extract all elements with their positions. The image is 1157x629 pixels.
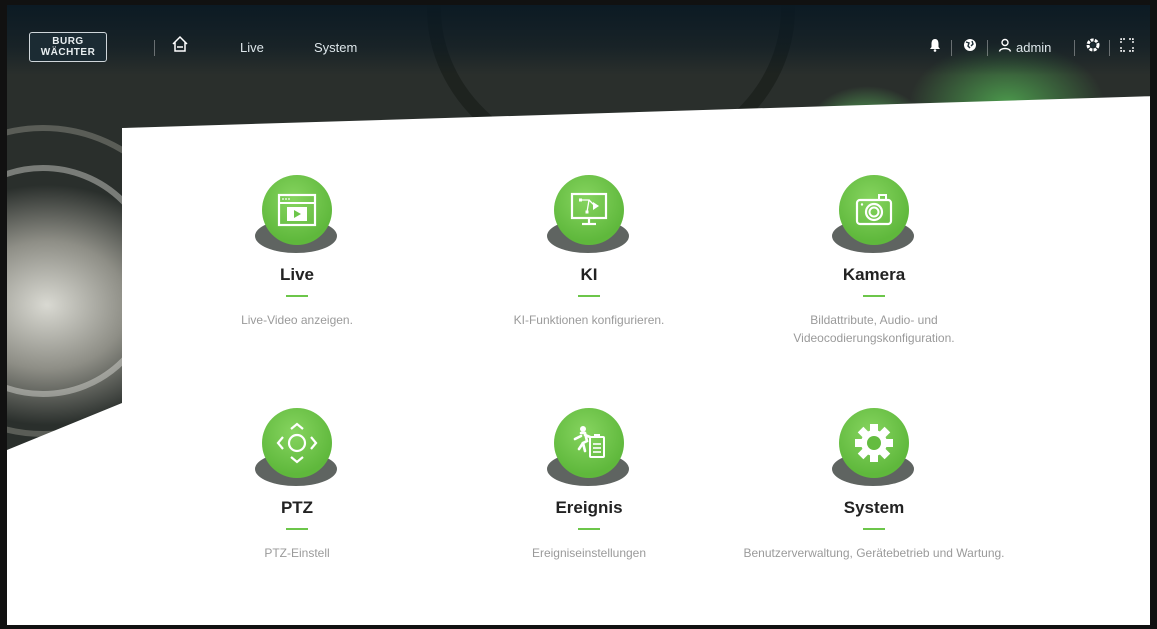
divider: [1074, 40, 1075, 56]
tile-title: Live: [279, 265, 315, 284]
tile-ki[interactable]: KI KI-Funktionen konfigurieren.: [434, 175, 744, 329]
tile-description: KI-Funktionen konfigurieren.: [513, 313, 665, 327]
divider: [951, 40, 952, 56]
user-name[interactable]: admin: [1016, 40, 1051, 55]
title-underline: [578, 528, 600, 530]
user-icon[interactable]: [998, 38, 1012, 52]
tile-description: Bildattribute, Audio- und Videocodierung…: [793, 313, 955, 345]
tile-ereignis[interactable]: Ereignis Ereigniseinstellungen: [434, 408, 744, 562]
divider: [154, 40, 155, 56]
fullscreen-icon[interactable]: [1120, 38, 1134, 52]
tile-system[interactable]: System Benutzerverwaltung, Gerätebetrieb…: [719, 408, 1029, 562]
bell-icon[interactable]: [929, 38, 941, 52]
ptz-icon: [262, 408, 332, 478]
tile-description: Live-Video anzeigen.: [241, 313, 353, 327]
title-underline: [286, 295, 308, 297]
divider: [987, 40, 988, 56]
nav-live[interactable]: Live: [240, 40, 264, 55]
camera-icon: [839, 175, 909, 245]
ai-monitor-icon: [554, 175, 624, 245]
tile-description: PTZ-Einstell: [264, 546, 330, 560]
settings-icon[interactable]: [1086, 38, 1100, 52]
divider: [1109, 40, 1110, 56]
gear-icon: [839, 408, 909, 478]
tile-ptz[interactable]: PTZ PTZ-Einstell: [142, 408, 452, 562]
home-icon[interactable]: [171, 35, 189, 53]
tile-kamera[interactable]: Kamera Bildattribute, Audio- und Videoco…: [719, 175, 1029, 347]
app-window: BURG WÄCHTER Live System admin Live Live…: [0, 0, 1157, 629]
top-navigation-bar: BURG WÄCHTER Live System admin: [7, 5, 1150, 75]
live-video-icon: [262, 175, 332, 245]
title-underline: [286, 528, 308, 530]
tile-title: Ereignis: [555, 498, 623, 517]
nav-system[interactable]: System: [314, 40, 357, 55]
event-icon: [554, 408, 624, 478]
tile-title: PTZ: [280, 498, 314, 517]
tile-description: Ereigniseinstellungen: [531, 546, 647, 560]
title-underline: [578, 295, 600, 297]
title-underline: [863, 528, 885, 530]
tile-title: KI: [580, 265, 598, 284]
tile-description: Benutzerverwaltung, Gerätebetrieb und Wa…: [743, 546, 1005, 560]
tile-title: Kamera: [842, 265, 906, 284]
brand-logo[interactable]: BURG WÄCHTER: [29, 32, 107, 62]
title-underline: [863, 295, 885, 297]
tile-title: System: [843, 498, 905, 517]
tile-live[interactable]: Live Live-Video anzeigen.: [142, 175, 452, 329]
globe-icon[interactable]: [963, 38, 977, 52]
